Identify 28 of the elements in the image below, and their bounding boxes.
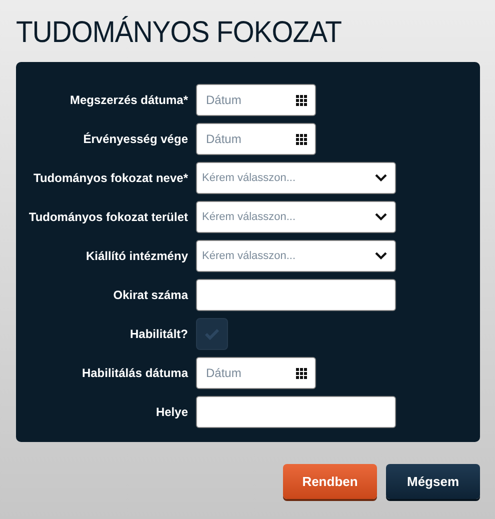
field-label: Okirat száma <box>113 288 188 302</box>
ok-button[interactable]: Rendben <box>283 464 377 499</box>
checkmark-icon <box>204 328 220 340</box>
calendar-icon[interactable] <box>296 368 307 378</box>
dropdown[interactable]: Kérem válasszon... <box>196 201 396 233</box>
field-label: Érvényesség vége <box>83 132 188 146</box>
date-field[interactable]: Dátum <box>196 123 316 155</box>
field-label: Megszerzés dátuma* <box>70 93 188 107</box>
date-field[interactable]: Dátum <box>196 357 316 389</box>
field-label: Tudományos fokozat terület <box>28 210 188 224</box>
field-label: Habilitált? <box>130 327 188 341</box>
chevron-down-icon[interactable] <box>375 213 387 221</box>
text-field[interactable] <box>196 279 396 311</box>
dropdown[interactable]: Kérem válasszon... <box>196 240 396 272</box>
checkbox[interactable] <box>196 318 228 350</box>
calendar-icon[interactable] <box>296 94 307 106</box>
page-title: TUDOMÁNYOS FOKOZAT <box>16 15 342 51</box>
field-label: Tudományos fokozat neve* <box>34 171 188 185</box>
chevron-down-icon[interactable] <box>375 174 387 182</box>
calendar-icon[interactable] <box>296 134 307 144</box>
field-label: Kiállító intézmény <box>86 249 188 263</box>
chevron-down-icon[interactable] <box>375 252 387 260</box>
text-field[interactable] <box>196 396 396 428</box>
dropdown[interactable]: Kérem válasszon... <box>196 162 396 194</box>
field-label: Helye <box>156 405 188 419</box>
cancel-button[interactable]: Mégsem <box>386 464 480 499</box>
date-field[interactable]: Dátum <box>196 84 316 116</box>
field-label: Habilitálás dátuma <box>82 366 188 380</box>
